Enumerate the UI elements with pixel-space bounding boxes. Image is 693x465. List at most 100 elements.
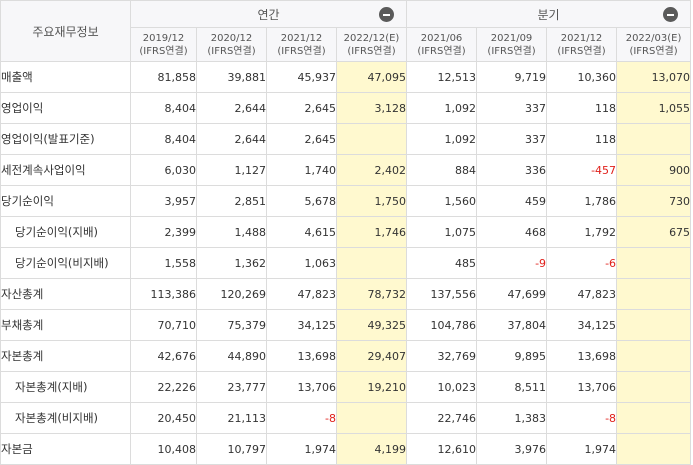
row-label: 당기순이익(지배) <box>0 216 131 248</box>
table-row: 부채총계 70,710 75,379 34,125 49,325 104,786 37,80… <box>0 309 692 341</box>
table-row: 자본총계(지배) 22,226 23,777 13,706 19,210 10,023 8,… <box>0 371 692 403</box>
period-header: 2021/09 (IFRS연결) <box>476 27 548 62</box>
table-row: 당기순이익(지배) 2,399 1,488 4,615 1,746 1,075 468 1,7… <box>0 216 692 248</box>
value-cell <box>616 340 692 372</box>
value-cell: 78,732 <box>335 278 408 310</box>
period-basis: (IFRS연결) <box>277 45 326 57</box>
period-basis: (IFRS연결) <box>207 45 256 57</box>
value-cell: 2,645 <box>266 123 337 155</box>
value-cell: 120,269 <box>196 278 267 310</box>
value-cell: 47,823 <box>266 278 337 310</box>
value-cell <box>616 278 692 310</box>
period-header: 2021/12 (IFRS연결) <box>546 27 618 62</box>
value-cell: 1,362 <box>196 247 267 279</box>
period-basis: (IFRS연결) <box>557 45 606 57</box>
value-cell: 9,719 <box>476 61 548 93</box>
value-cell <box>616 247 692 279</box>
value-cell: 9,895 <box>476 340 548 372</box>
value-cell: 70,710 <box>130 309 197 341</box>
period-date: 2021/12 <box>280 32 323 44</box>
period-date: 2019/12 <box>142 32 185 44</box>
value-cell: 23,777 <box>196 371 267 403</box>
period-date: 2021/12 <box>560 32 603 44</box>
period-basis: (IFRS연결) <box>629 45 678 57</box>
value-cell: 1,558 <box>130 247 197 279</box>
row-label: 영업이익(발표기준) <box>0 123 131 155</box>
value-cell: 1,063 <box>266 247 337 279</box>
value-cell: 4,615 <box>266 216 337 248</box>
value-cell: 884 <box>406 154 478 186</box>
row-label: 자본금 <box>0 433 131 465</box>
table-row: 영업이익 8,404 2,644 2,645 3,128 1,092 337 118 1,055 <box>0 92 692 124</box>
value-cell: 8,404 <box>130 92 197 124</box>
value-cell: 3,128 <box>335 92 408 124</box>
value-cell: 34,125 <box>546 309 618 341</box>
value-cell: 104,786 <box>406 309 478 341</box>
value-cell: 3,976 <box>476 433 548 465</box>
value-cell: 81,858 <box>130 61 197 93</box>
value-cell: 1,075 <box>406 216 478 248</box>
period-header: 2020/12 (IFRS연결) <box>196 27 267 62</box>
value-cell: 5,678 <box>266 185 337 217</box>
value-cell: 113,386 <box>130 278 197 310</box>
value-cell: 22,746 <box>406 402 478 434</box>
value-cell: 39,881 <box>196 61 267 93</box>
annual-label: 연간 <box>257 7 280 22</box>
quarterly-label: 분기 <box>537 7 560 22</box>
value-cell: 21,113 <box>196 402 267 434</box>
value-cell: 47,095 <box>335 61 408 93</box>
value-cell: 75,379 <box>196 309 267 341</box>
row-label: 당기순이익(비지배) <box>0 247 131 279</box>
value-cell: 22,226 <box>130 371 197 403</box>
value-cell <box>335 123 408 155</box>
value-cell: 2,399 <box>130 216 197 248</box>
value-cell: 29,407 <box>335 340 408 372</box>
value-cell: 337 <box>476 92 548 124</box>
value-cell: 1,092 <box>406 92 478 124</box>
value-cell: 2,645 <box>266 92 337 124</box>
value-cell: 468 <box>476 216 548 248</box>
value-cell: 13,698 <box>546 340 618 372</box>
value-cell: -8 <box>266 402 337 434</box>
value-cell: 32,769 <box>406 340 478 372</box>
value-cell: 675 <box>616 216 692 248</box>
table-row: 영업이익(발표기준) 8,404 2,644 2,645 1,092 337 118 <box>0 123 692 155</box>
table-row: 자본총계(비지배) 20,450 21,113 -8 22,746 1,383 -8 <box>0 402 692 434</box>
period-header: 2021/12 (IFRS연결) <box>266 27 337 62</box>
row-label: 자본총계 <box>0 340 131 372</box>
table-row: 당기순이익(비지배) 1,558 1,362 1,063 485 -9 -6 <box>0 247 692 279</box>
value-cell: 137,556 <box>406 278 478 310</box>
table-row: 자본금 10,408 10,797 1,974 4,199 12,610 3,976 1,97… <box>0 433 692 465</box>
value-cell <box>616 433 692 465</box>
value-cell: 4,199 <box>335 433 408 465</box>
value-cell <box>335 402 408 434</box>
value-cell: 49,325 <box>335 309 408 341</box>
table-row: 세전계속사업이익 6,030 1,127 1,740 2,402 884 336 -457 90… <box>0 154 692 186</box>
row-label: 매출액 <box>0 61 131 93</box>
table-row: 자산총계 113,386 120,269 47,823 78,732 137,556 47,… <box>0 278 692 310</box>
value-cell: 1,488 <box>196 216 267 248</box>
value-cell: 336 <box>476 154 548 186</box>
value-cell: 1,792 <box>546 216 618 248</box>
value-cell: 47,823 <box>546 278 618 310</box>
value-cell: 8,511 <box>476 371 548 403</box>
value-cell: 1,055 <box>616 92 692 124</box>
collapse-quarterly-icon[interactable] <box>663 7 679 22</box>
row-label: 부채총계 <box>0 309 131 341</box>
period-date: 2021/06 <box>420 32 463 44</box>
value-cell: -9 <box>476 247 548 279</box>
period-header: 2022/12(E) (IFRS연결) <box>335 27 408 62</box>
collapse-annual-icon[interactable] <box>379 7 395 22</box>
value-cell: 1,560 <box>406 185 478 217</box>
table-row: 당기순이익 3,957 2,851 5,678 1,750 1,560 459 1,786 73… <box>0 185 692 217</box>
value-cell: 1,746 <box>335 216 408 248</box>
value-cell: 13,706 <box>546 371 618 403</box>
period-date: 2020/12 <box>210 32 253 44</box>
value-cell: 1,740 <box>266 154 337 186</box>
row-label: 영업이익 <box>0 92 131 124</box>
value-cell: 2,644 <box>196 123 267 155</box>
table-row: 자본총계 42,676 44,890 13,698 29,407 32,769 9,895 1… <box>0 340 692 372</box>
value-cell: 1,383 <box>476 402 548 434</box>
value-cell: 485 <box>406 247 478 279</box>
period-header: 2022/03(E) (IFRS연결) <box>616 27 692 62</box>
